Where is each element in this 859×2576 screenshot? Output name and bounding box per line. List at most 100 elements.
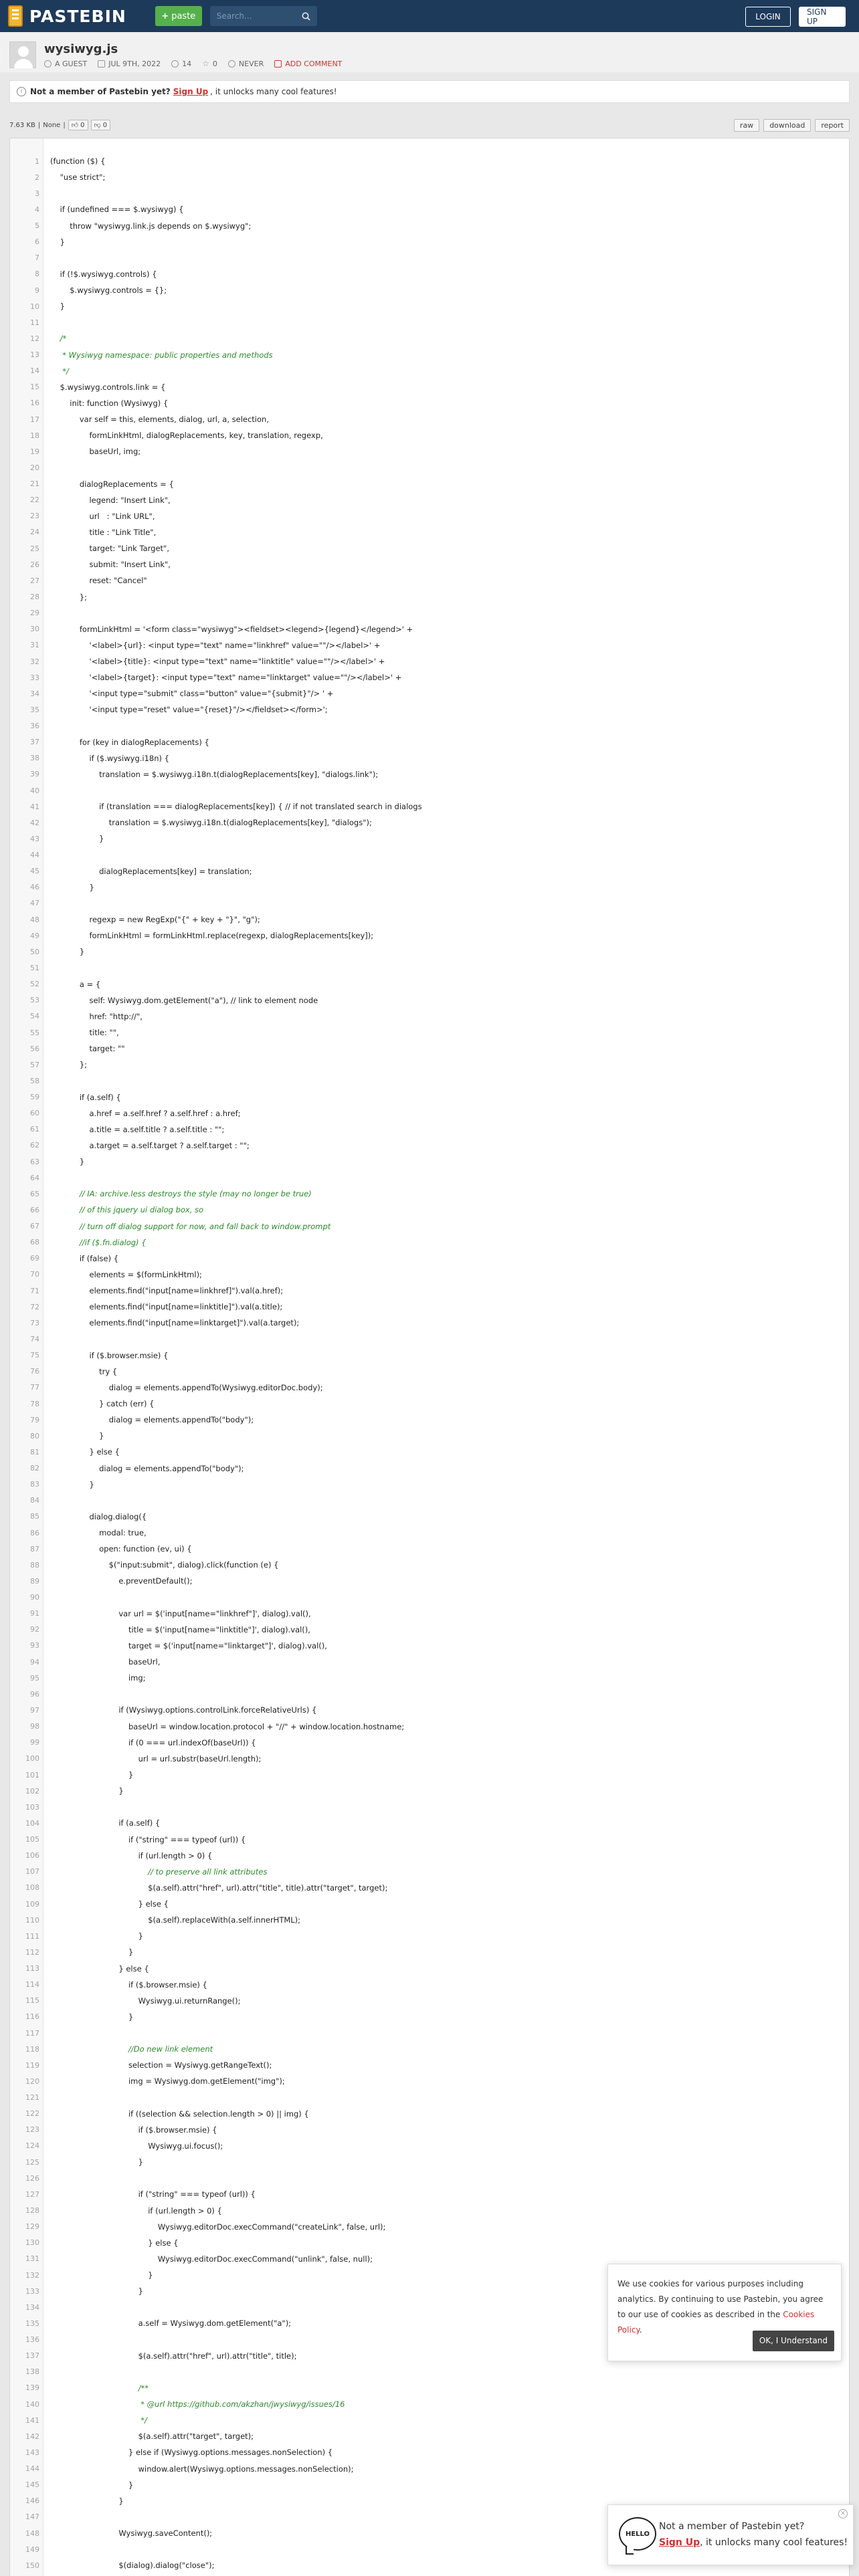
- line-number: 26: [30, 560, 39, 569]
- expiry: NEVER: [238, 59, 264, 68]
- code-text: for (key in dialogReplacements) {: [50, 737, 209, 747]
- code-text: if (!$.wysiwyg.controls) {: [50, 269, 157, 279]
- raw-button[interactable]: raw: [733, 118, 760, 132]
- popup-signup-link[interactable]: Sign Up: [659, 2537, 700, 2548]
- thumbs-down-button[interactable]: 👎︎ 0: [90, 120, 111, 130]
- paste-category[interactable]: None: [43, 122, 60, 129]
- code-line: 60 a.href = a.self.href ? a.self.href : …: [10, 1105, 849, 1121]
- line-number: 96: [30, 1689, 39, 1699]
- cookie-accept-button[interactable]: OK, I Understand: [752, 2331, 834, 2351]
- code-text: }: [50, 1770, 134, 1780]
- code-text: }: [50, 302, 65, 312]
- line-number: 42: [30, 818, 39, 827]
- code-line: 37 for (key in dialogReplacements) {: [10, 734, 849, 750]
- line-number: 124: [25, 2141, 39, 2151]
- code-line: 121: [10, 2090, 849, 2106]
- paste-size: 7.63 KB: [9, 121, 35, 129]
- code-text: if ((selection && selection.length > 0) …: [50, 2109, 309, 2119]
- code-text: translation = $.wysiwyg.i18n.t(dialogRep…: [50, 818, 372, 828]
- code-line: 77 dialog = elements.appendTo(Wysiwyg.ed…: [10, 1380, 849, 1396]
- line-number: 60: [30, 1109, 39, 1118]
- code-text: }: [50, 882, 94, 892]
- add-comment-link[interactable]: ADD COMMENT: [274, 60, 342, 68]
- code-line: 84: [10, 1493, 849, 1509]
- line-number: 132: [25, 2270, 39, 2280]
- code-text: elements = $(formLinkHtml);: [50, 1269, 202, 1279]
- download-button[interactable]: download: [763, 118, 812, 132]
- code-text: $(dialog).dialog("close");: [50, 2561, 215, 2571]
- signup-link[interactable]: Sign Up: [173, 87, 208, 96]
- code-line: 72 elements.find("input[name=linktitle]"…: [10, 1299, 849, 1315]
- clipboard-logo-icon: [8, 5, 23, 27]
- code-text: $.wysiwyg.controls = {};: [50, 286, 167, 296]
- line-number: 109: [25, 1899, 39, 1909]
- code-line: 102 }: [10, 1783, 849, 1799]
- code-text: a.href = a.self.href ? a.self.href : a.h…: [50, 1108, 241, 1118]
- code-text: if ($.browser.msie) {: [50, 1350, 169, 1360]
- report-button[interactable]: report: [815, 118, 850, 132]
- code-line: 8 if (!$.wysiwyg.controls) {: [10, 266, 849, 282]
- code-line: 46 }: [10, 879, 849, 895]
- thumbs-up-button[interactable]: 👍︎ 0: [68, 120, 88, 130]
- code-text: Wysiwyg.saveContent();: [50, 2529, 213, 2539]
- line-number: 50: [30, 947, 39, 956]
- code-text: $("input:submit", dialog).click(function…: [50, 1560, 279, 1570]
- code-text: baseUrl,: [50, 1657, 161, 1667]
- code-line: 21 dialogReplacements = {: [10, 476, 849, 492]
- search-input[interactable]: [216, 11, 297, 21]
- line-number: 16: [30, 399, 39, 408]
- code-line: 52 a = {: [10, 976, 849, 992]
- code-line: 89 e.preventDefault();: [10, 1573, 849, 1589]
- code-text: }: [50, 2496, 124, 2506]
- code-line: 27 reset: "Cancel": [10, 572, 849, 588]
- code-line: 44: [10, 847, 849, 863]
- line-number: 105: [25, 1835, 39, 1844]
- code-line: 55 title: "",: [10, 1025, 849, 1041]
- line-number: 103: [25, 1802, 39, 1812]
- code-line: 119 selection = Wysiwyg.getRangeText();: [10, 2057, 849, 2073]
- line-number: 74: [30, 1334, 39, 1344]
- code-line: 79 dialog = elements.appendTo("body");: [10, 1412, 849, 1428]
- new-paste-button[interactable]: + paste: [155, 6, 202, 26]
- line-number: 118: [25, 2044, 39, 2054]
- code-text: } else {: [50, 2238, 179, 2248]
- code-line: 109 } else {: [10, 1896, 849, 1912]
- code-text: "use strict";: [50, 173, 106, 183]
- line-number: 104: [25, 1818, 39, 1828]
- line-number: 146: [25, 2496, 39, 2506]
- info-icon: i: [17, 87, 26, 96]
- code-line: 36: [10, 718, 849, 734]
- code-line: 9 $.wysiwyg.controls = {};: [10, 282, 849, 298]
- line-number: 27: [30, 576, 39, 585]
- signup-button[interactable]: SIGN UP: [799, 7, 846, 27]
- code-line: 19 baseUrl, img;: [10, 443, 849, 459]
- line-number: 147: [25, 2512, 39, 2522]
- code-line: 61 a.title = a.self.title ? a.self.title…: [10, 1121, 849, 1138]
- calendar-icon: [98, 60, 106, 68]
- code-viewer[interactable]: 1 (function ($) {2 "use strict"; 3 4 if (un…: [9, 138, 850, 2576]
- code-line: 93 target = $('input[name="linktarget"]'…: [10, 1638, 849, 1654]
- code-line: 99 if (0 === url.indexOf(baseUrl)) {: [10, 1735, 849, 1751]
- code-text: if ($.browser.msie) {: [50, 2125, 217, 2135]
- search-icon[interactable]: [302, 12, 310, 21]
- code-line: 48 regexp = new RegExp("{" + key + "}", …: [10, 911, 849, 928]
- expiry-meta: NEVER: [227, 59, 264, 68]
- code-line: 81 } else {: [10, 1444, 849, 1460]
- code-line: 26 submit: "Insert Link",: [10, 556, 849, 572]
- code-text: }: [50, 1431, 104, 1441]
- code-line: 88 $("input:submit", dialog).click(funct…: [10, 1557, 849, 1573]
- code-text: formLinkHtml = formLinkHtml.replace(rege…: [50, 931, 374, 941]
- code-text: $(a.self).attr("target", target);: [50, 2432, 254, 2442]
- line-number: 63: [30, 1157, 39, 1166]
- login-button[interactable]: LOGIN: [745, 7, 791, 27]
- line-number: 34: [30, 689, 39, 698]
- code-line: 62 a.target = a.self.target ? a.self.tar…: [10, 1138, 849, 1154]
- code-line: 10 }: [10, 298, 849, 314]
- code-text: a = {: [50, 979, 101, 989]
- line-number: 72: [30, 1302, 39, 1311]
- popup-question: Not a member of Pastebin yet?: [659, 2521, 805, 2532]
- logo[interactable]: PASTEBIN: [8, 5, 126, 27]
- close-icon[interactable]: ✕: [838, 2509, 848, 2518]
- code-line: 124 Wysiwyg.ui.focus();: [10, 2138, 849, 2154]
- line-number: 53: [30, 996, 39, 1005]
